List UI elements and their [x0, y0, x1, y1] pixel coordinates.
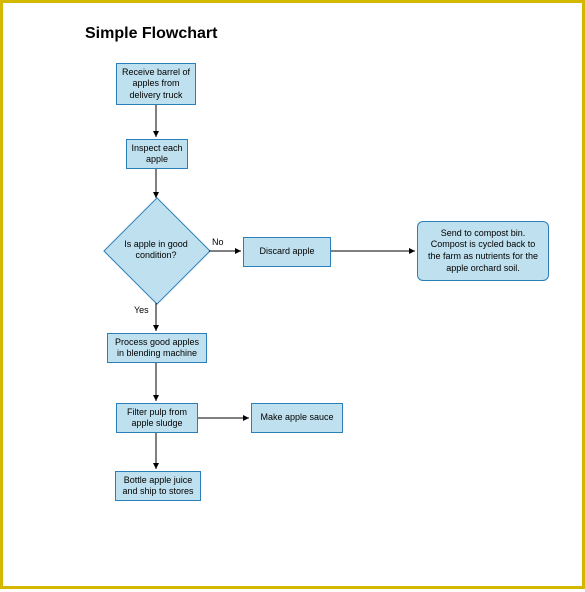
- node-sauce: Make apple sauce: [251, 403, 343, 433]
- node-process: Process good apples in blending machine: [107, 333, 207, 363]
- node-decision-label: Is apple in good condition?: [119, 213, 193, 287]
- page-title: Simple Flowchart: [85, 25, 217, 43]
- node-decision: Is apple in good condition?: [119, 213, 193, 287]
- edge-label-no: No: [212, 237, 224, 247]
- flowchart-canvas: Simple Flowchart Receive barrel of apple…: [0, 0, 585, 589]
- node-discard: Discard apple: [243, 237, 331, 267]
- node-compost: Send to compost bin. Compost is cycled b…: [417, 221, 549, 281]
- node-bottle: Bottle apple juice and ship to stores: [115, 471, 201, 501]
- edge-label-yes: Yes: [134, 305, 149, 315]
- node-filter: Filter pulp from apple sludge: [116, 403, 198, 433]
- node-receive: Receive barrel of apples from delivery t…: [116, 63, 196, 105]
- connectors: [3, 3, 585, 592]
- node-inspect: Inspect each apple: [126, 139, 188, 169]
